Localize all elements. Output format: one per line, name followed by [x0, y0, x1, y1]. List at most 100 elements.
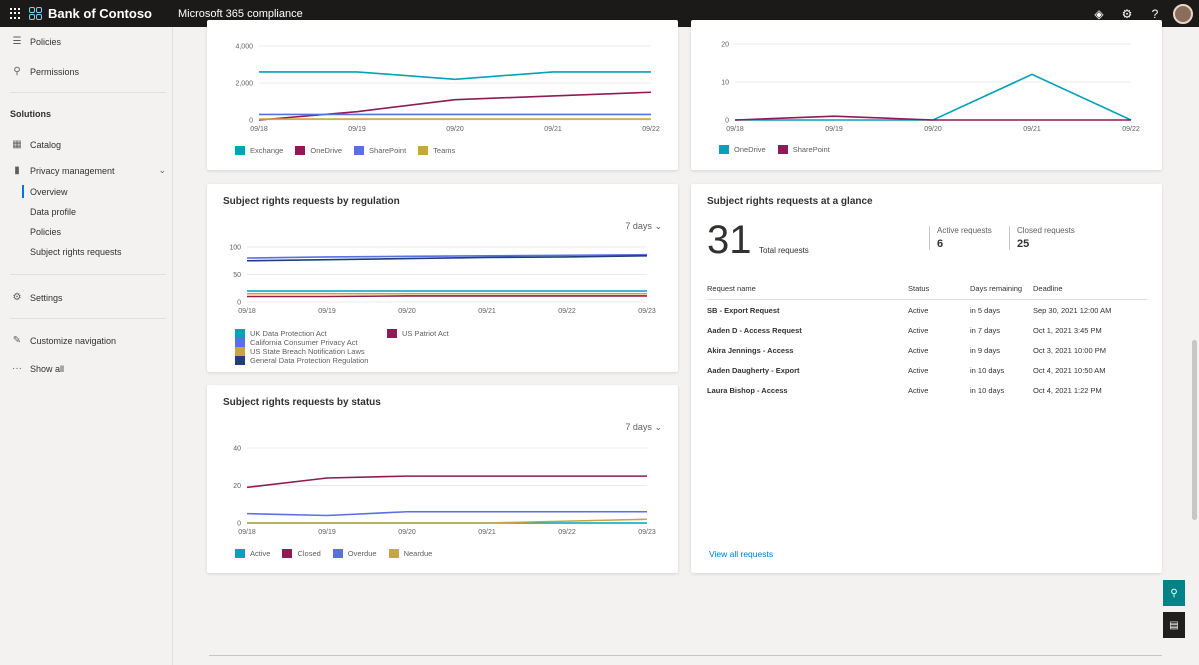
request-status: Active: [908, 346, 929, 355]
help-chat-icon[interactable]: ⚲: [1163, 580, 1185, 606]
sidebar-item-label: Policies: [30, 36, 62, 47]
series-line-overdue: [246, 510, 647, 517]
chart-legend: Active Closed Overdue Neardue: [235, 549, 444, 558]
pencil-icon: ✎: [12, 335, 22, 346]
legend-item[interactable]: US State Breach Notification Laws: [235, 347, 395, 356]
request-deadline: Oct 4, 2021 1:22 PM: [1033, 386, 1102, 395]
table-row[interactable]: Aaden D - Access Request Active in 7 day…: [707, 326, 1147, 346]
chevron-down-icon: ⌄: [654, 422, 662, 432]
legend-label: Exchange: [250, 146, 284, 155]
x-tick-label: 09/22: [558, 308, 576, 315]
y-tick-label: 20: [233, 483, 241, 490]
sidebar-item-catalog[interactable]: ▦ Catalog: [10, 139, 61, 150]
sidebar-item-sub-policies[interactable]: Policies: [30, 227, 61, 237]
legend-item[interactable]: SharePoint: [777, 145, 830, 154]
legend-label: Overdue: [347, 549, 377, 558]
sidebar-item-show-all[interactable]: ··· Show all: [10, 363, 64, 374]
x-tick-label: 09/19: [318, 529, 336, 536]
table-row[interactable]: Aaden Daugherty - Export Active in 10 da…: [707, 366, 1147, 386]
legend-item[interactable]: California Consumer Privacy Act: [235, 338, 375, 347]
gear-icon[interactable]: ⚙: [1113, 7, 1141, 21]
range-dropdown[interactable]: 7 days ⌄: [625, 422, 662, 433]
table-row[interactable]: Akira Jennings - Access Active in 9 days…: [707, 346, 1147, 366]
legend-label: Teams: [433, 146, 456, 155]
sidebar-item-policies[interactable]: ☰ Policies: [10, 36, 62, 47]
sidebar-item-overview[interactable]: Overview: [30, 187, 68, 197]
total-requests-label: Total requests: [759, 246, 809, 255]
privacy-icon: ▮: [14, 165, 20, 176]
app-launcher-icon[interactable]: [10, 7, 22, 20]
sidebar-item-settings[interactable]: ⚙ Settings: [10, 292, 63, 303]
chart-legend: OneDrive SharePoint: [719, 145, 842, 154]
request-status: Active: [908, 386, 929, 395]
legend-item[interactable]: Active: [235, 549, 270, 558]
request-name: Akira Jennings - Access: [707, 346, 794, 355]
legend-item[interactable]: Teams: [418, 146, 455, 155]
sidebar-item-privacy-management[interactable]: ▮ Privacy management ⌄: [10, 165, 166, 176]
legend-label: UK Data Protection Act: [250, 329, 327, 338]
legend-item[interactable]: OneDrive: [719, 145, 766, 154]
legend-item[interactable]: SharePoint: [354, 146, 406, 155]
section-solutions: Solutions: [10, 109, 51, 119]
avatar[interactable]: [1173, 3, 1193, 24]
x-tick-label: 09/21: [478, 529, 496, 536]
card-title: Subject rights requests by regulation: [223, 196, 400, 207]
org-name[interactable]: Bank of Contoso: [48, 6, 152, 21]
request-name: SB - Export Request: [707, 306, 780, 315]
legend-item[interactable]: Overdue: [332, 549, 377, 558]
sidebar-item-data-profile[interactable]: Data profile: [30, 207, 76, 217]
ellipsis-icon: ···: [12, 363, 22, 374]
column-header-request-name[interactable]: Request name: [707, 284, 756, 293]
kpi-label: Closed requests: [1017, 226, 1075, 235]
card-requests-at-a-glance: Subject rights requests at a glance 31 T…: [691, 184, 1162, 573]
legend-label: California Consumer Privacy Act: [250, 338, 358, 347]
chart-legend: UK Data Protection Act US Patriot Act Ca…: [235, 329, 555, 365]
column-header-status[interactable]: Status: [908, 284, 929, 293]
divider: [209, 655, 1162, 656]
y-tick-label: 2,000: [235, 81, 253, 88]
sidebar-item-customize-navigation[interactable]: ✎ Customize navigation: [10, 335, 116, 346]
column-header-deadline[interactable]: Deadline: [1033, 284, 1063, 293]
chevron-down-icon: ⌄: [654, 221, 662, 231]
request-days-remaining: in 9 days: [970, 346, 1001, 355]
table-row[interactable]: SB - Export Request Active in 5 days Sep…: [707, 306, 1147, 326]
request-deadline: Oct 4, 2021 10:50 AM: [1033, 366, 1106, 375]
x-tick-label: 09/21: [1023, 126, 1041, 133]
legend-label: General Data Protection Regulation: [250, 356, 369, 365]
legend-item[interactable]: OneDrive: [295, 146, 342, 155]
chart-content-by-location: 4,000 2,000 009/18 09/19 09/20 09/21 09/22: [235, 44, 659, 134]
legend-swatch: [282, 549, 293, 558]
chevron-down-icon[interactable]: ⌄: [158, 165, 166, 176]
view-all-requests-link[interactable]: View all requests: [709, 549, 773, 559]
legend-item[interactable]: Neardue: [388, 549, 433, 558]
x-tick-label: 09/20: [398, 308, 416, 315]
legend-label: Neardue: [403, 549, 433, 558]
request-name: Laura Bishop - Access: [707, 386, 788, 395]
legend-label: OneDrive: [310, 146, 343, 155]
range-dropdown[interactable]: 7 days ⌄: [625, 221, 662, 232]
diamond-icon[interactable]: ◈: [1085, 7, 1113, 21]
scrollbar[interactable]: [1192, 340, 1197, 520]
sidebar-item-subject-rights-requests[interactable]: Subject rights requests: [30, 247, 122, 257]
legend-swatch: [235, 146, 245, 155]
legend-item[interactable]: US Patriot Act: [387, 329, 527, 338]
y-tick-label: 40: [233, 446, 241, 453]
sidebar-item-label: Show all: [30, 363, 65, 374]
table-row[interactable]: Laura Bishop - Access Active in 10 days …: [707, 386, 1147, 406]
legend-item[interactable]: Exchange: [235, 146, 283, 155]
feedback-icon[interactable]: ▤: [1163, 612, 1185, 638]
sidebar-item-permissions[interactable]: ⚲ Permissions: [10, 66, 79, 77]
column-header-days-remaining[interactable]: Days remaining: [970, 284, 1022, 293]
legend-item[interactable]: Closed: [282, 549, 321, 558]
x-tick-label: 09/20: [398, 529, 416, 536]
gear-icon: ⚙: [12, 292, 22, 303]
request-name: Aaden D - Access Request: [707, 326, 802, 335]
help-icon[interactable]: ?: [1141, 7, 1169, 21]
request-days-remaining: in 5 days: [970, 306, 1001, 315]
legend-swatch: [235, 356, 245, 365]
legend-item[interactable]: UK Data Protection Act: [235, 329, 375, 338]
legend-label: Closed: [297, 549, 321, 558]
app-title[interactable]: Microsoft 365 compliance: [178, 8, 303, 20]
legend-item[interactable]: General Data Protection Regulation: [235, 356, 395, 365]
series-line-us-patriot-act: [247, 295, 647, 298]
